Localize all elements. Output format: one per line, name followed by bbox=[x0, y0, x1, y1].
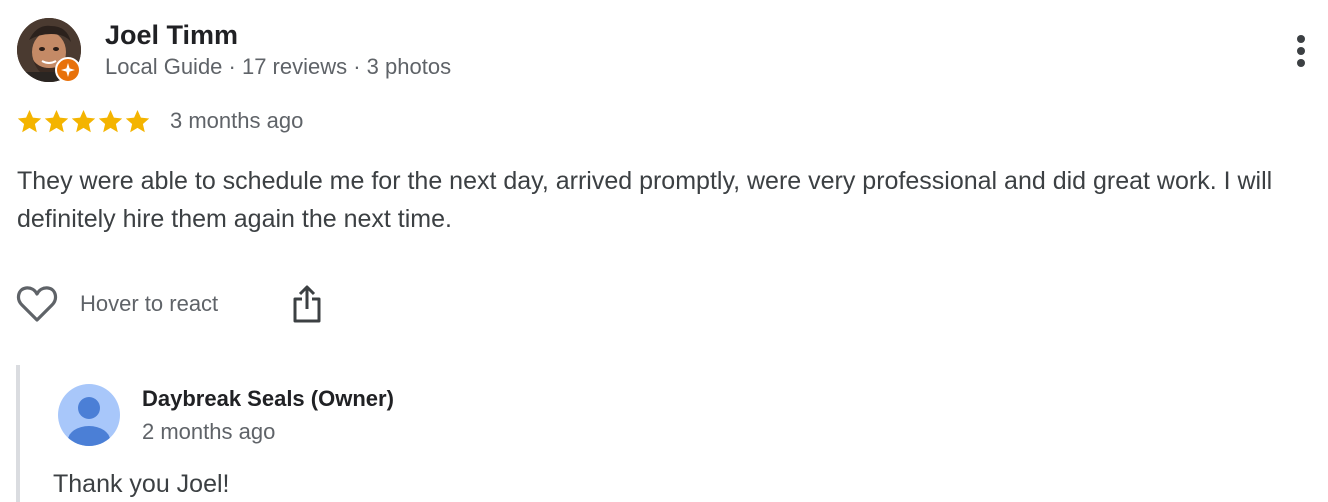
review-card: Joel Timm Local Guide · 17 reviews · 3 p… bbox=[0, 0, 1328, 502]
owner-avatar bbox=[58, 384, 120, 446]
heart-outline-icon bbox=[16, 286, 58, 322]
star-rating bbox=[16, 108, 151, 136]
reviewer-name[interactable]: Joel Timm bbox=[105, 19, 238, 51]
local-guide-badge-icon bbox=[55, 57, 81, 83]
more-dot bbox=[1297, 47, 1305, 55]
star-icon bbox=[71, 110, 96, 133]
share-icon bbox=[293, 285, 321, 323]
star-icon bbox=[125, 110, 150, 133]
review-time: 3 months ago bbox=[170, 108, 304, 133]
owner-name: Daybreak Seals (Owner) bbox=[142, 386, 394, 411]
star-icon bbox=[98, 110, 123, 133]
default-person-icon bbox=[68, 397, 110, 446]
star-icon bbox=[44, 110, 69, 133]
more-options-button[interactable] bbox=[1286, 30, 1318, 72]
more-dot bbox=[1297, 59, 1305, 67]
react-button[interactable]: Hover to react bbox=[16, 283, 218, 325]
owner-reply-text: Thank you Joel! bbox=[53, 470, 230, 498]
owner-reply: Daybreak Seals (Owner) 2 months ago Than… bbox=[16, 365, 1320, 502]
more-vertical-icon bbox=[1297, 35, 1305, 43]
owner-reply-time: 2 months ago bbox=[142, 419, 276, 444]
share-button[interactable] bbox=[290, 283, 324, 325]
reviewer-meta[interactable]: Local Guide · 17 reviews · 3 photos bbox=[105, 53, 451, 81]
review-text: They were able to schedule me for the ne… bbox=[17, 167, 1273, 233]
react-label: Hover to react bbox=[80, 291, 219, 316]
star-icon bbox=[17, 110, 42, 133]
